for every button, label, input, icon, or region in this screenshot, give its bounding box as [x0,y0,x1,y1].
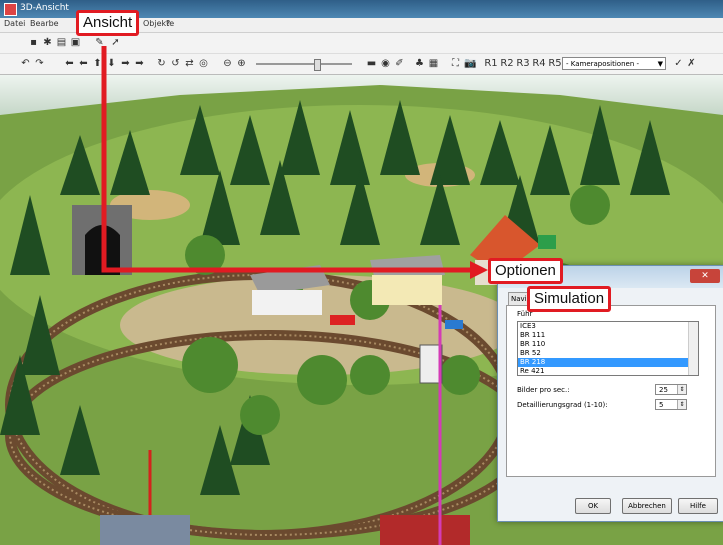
spin-arrows-icon[interactable]: ⇕ [677,400,686,409]
ok-button[interactable]: OK [575,498,611,514]
list-item[interactable]: BR 111 [518,331,698,340]
detail-stepper[interactable]: 5 ⇕ [655,399,687,410]
callout-ansicht: Ansicht [76,10,140,36]
cancel-button[interactable]: Abbrechen [622,498,672,514]
detail-label: Detaillierungsgrad (1-10): [517,401,608,409]
fps-stepper[interactable]: 25 ⇕ [655,384,687,395]
simulation-panel: Führ ICE3 BR 111 BR 110 BR 52 BR 218 Re … [506,305,716,477]
train-listbox[interactable]: ICE3 BR 111 BR 110 BR 52 BR 218 Re 421 [517,321,699,376]
fps-label: Bilder pro sec.: [517,386,570,394]
fps-value: 25 [659,386,668,394]
list-item-selected[interactable]: BR 218 [518,358,698,367]
listbox-scrollbar[interactable] [688,322,698,375]
detail-value: 5 [659,401,664,409]
list-item[interactable]: Re 421 [518,367,698,375]
list-item[interactable]: BR 52 [518,349,698,358]
help-button[interactable]: Hilfe [678,498,718,514]
close-icon[interactable]: ✕ [690,269,720,283]
callout-optionen: Optionen [488,258,563,284]
list-item[interactable]: BR 110 [518,340,698,349]
list-item[interactable]: ICE3 [518,322,698,331]
spin-arrows-icon[interactable]: ⇕ [677,385,686,394]
callout-simulation: Simulation [527,286,612,312]
